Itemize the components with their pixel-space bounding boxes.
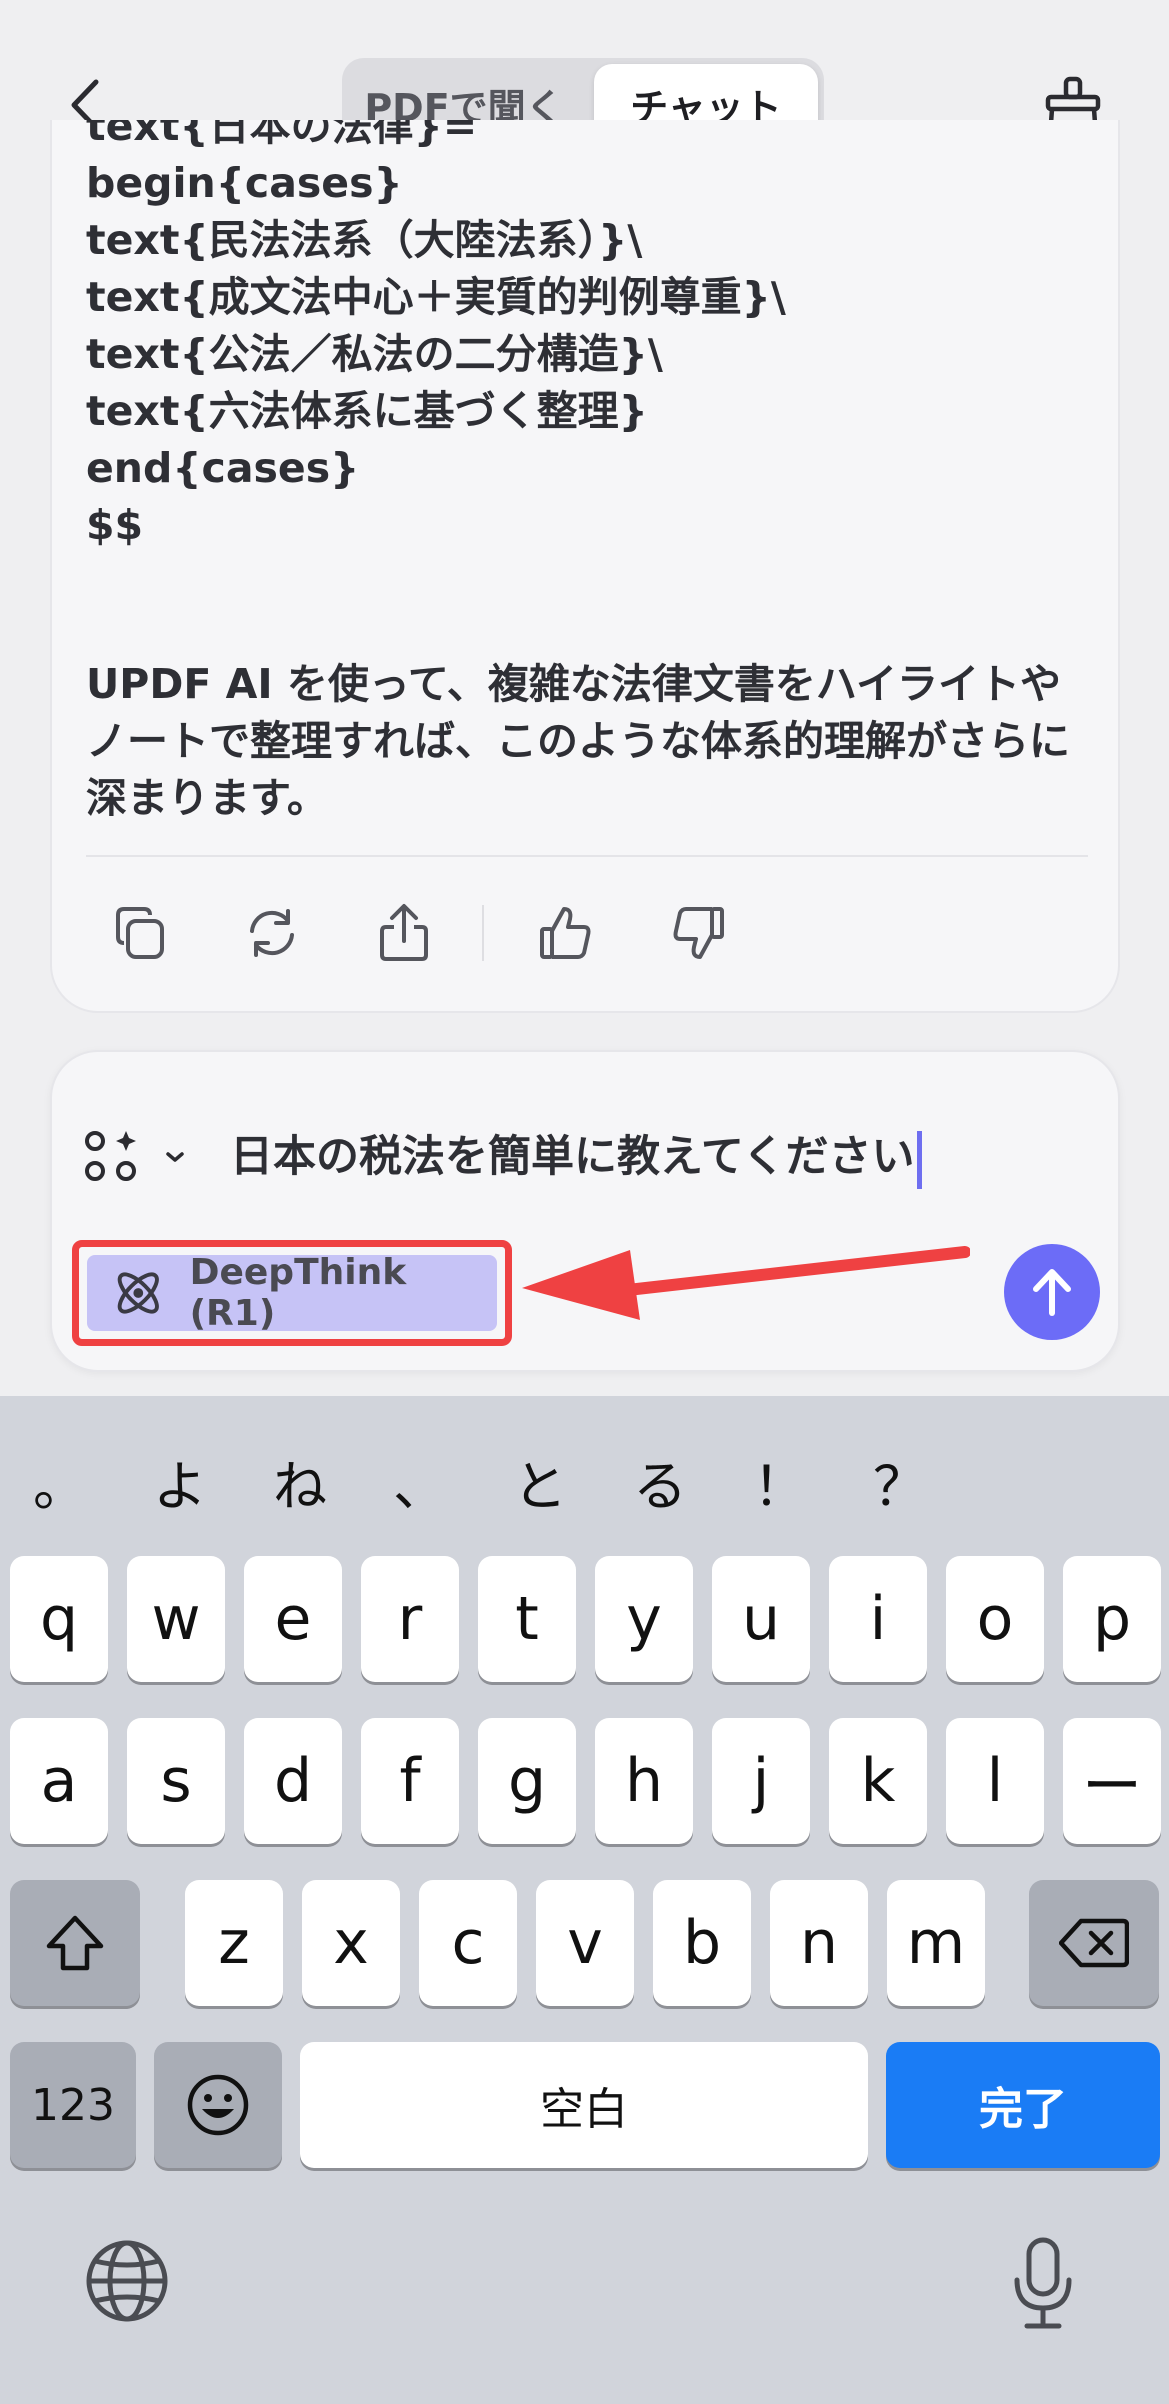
deepthink-highlight-box: DeepThink (R1) [72,1240,512,1346]
share-icon [380,904,428,961]
key-n[interactable]: n [770,1880,868,2006]
message-line: end{cases} [86,444,360,492]
chat-input-value: 日本の税法を簡単に教えてください [230,1132,915,1182]
message-divider [86,855,1088,857]
atom-icon [117,1272,159,1314]
apps-sparkle-icon [85,1131,136,1181]
message-line: begin{cases} [86,159,403,207]
regenerate-button[interactable] [234,895,310,971]
key-z[interactable]: z [185,1880,283,2006]
assistant-message-card: text{日本の法律}= begin{cases} text{民法法系（大陸法系… [50,120,1120,1013]
key-w[interactable]: w [127,1556,225,1682]
copy-icon [116,907,164,959]
key-long-vowel[interactable]: ー [1063,1718,1161,1844]
backspace-key[interactable] [1029,1880,1159,2006]
candidate-word[interactable]: 、 [380,1442,460,1521]
emoji-icon [187,2074,249,2136]
candidate-word[interactable]: ね [260,1442,340,1521]
key-y[interactable]: y [595,1556,693,1682]
regenerate-icon [250,909,294,957]
send-button[interactable] [1004,1244,1100,1340]
key-o[interactable]: o [946,1556,1044,1682]
copy-button[interactable] [102,895,178,971]
key-e[interactable]: e [244,1556,342,1682]
space-key[interactable]: 空白 [300,2042,868,2168]
dictation-button[interactable] [1000,2234,1086,2334]
globe-icon [86,2240,168,2322]
candidate-word[interactable]: よ [140,1442,220,1521]
model-picker-button[interactable] [82,1117,192,1197]
like-button[interactable] [528,895,604,971]
chevron-down-icon [166,1152,184,1162]
key-l[interactable]: l [946,1718,1044,1844]
backspace-icon [1059,1918,1129,1968]
globe-button[interactable] [82,2236,172,2326]
shift-key[interactable] [10,1880,140,2006]
key-q[interactable]: q [10,1556,108,1682]
key-f[interactable]: f [361,1718,459,1844]
chat-input-field[interactable]: 日本の税法を簡単に教えてください [230,1127,922,1189]
key-a[interactable]: a [10,1718,108,1844]
key-g[interactable]: g [478,1718,576,1844]
candidate-word[interactable]: ？ [860,1442,940,1521]
microphone-icon [1014,2237,1072,2329]
key-v[interactable]: v [536,1880,634,2006]
message-line: text{六法体系に基づく整理} [86,387,648,435]
key-k[interactable]: k [829,1718,927,1844]
arrow-up-icon [1033,1269,1071,1316]
key-c[interactable]: c [419,1880,517,2006]
message-line: text{日本の法律}= [86,120,478,150]
message-paragraph: UPDF AI を使って、複雑な法律文書をハイライトやノートで整理すれば、このよ… [86,660,1070,822]
key-b[interactable]: b [653,1880,751,2006]
message-line: $$ [86,501,144,549]
numbers-key[interactable]: 123 [10,2042,136,2168]
thumbs-up-icon [540,907,591,959]
candidate-word[interactable]: ！ [740,1442,820,1521]
key-r[interactable]: r [361,1556,459,1682]
message-formula: text{日本の法律}= begin{cases} text{民法法系（大陸法系… [86,120,1096,554]
message-line: text{成文法中心＋実質的判例尊重}\ [86,273,786,321]
key-x[interactable]: x [302,1880,400,2006]
thumbs-down-icon [673,907,724,959]
key-i[interactable]: i [829,1556,927,1682]
message-line: text{公法／私法の二分構造}\ [86,330,663,378]
message-line: text{民法法系（大陸法系）}\ [86,216,643,264]
key-p[interactable]: p [1063,1556,1161,1682]
chat-input-card: 日本の税法を簡単に教えてください DeepThink (R1) [50,1050,1120,1372]
key-j[interactable]: j [712,1718,810,1844]
share-button[interactable] [366,895,442,971]
done-key[interactable]: 完了 [886,2042,1160,2168]
candidate-word[interactable]: る [620,1442,700,1521]
deepthink-toggle[interactable]: DeepThink (R1) [87,1252,497,1334]
emoji-key[interactable] [154,2042,282,2168]
candidate-word[interactable]: 。 [20,1442,100,1521]
key-m[interactable]: m [887,1880,985,2006]
dislike-button[interactable] [660,895,736,971]
deepthink-label: DeepThink (R1) [189,1252,407,1334]
candidate-word[interactable]: と [500,1442,580,1521]
key-t[interactable]: t [478,1556,576,1682]
key-h[interactable]: h [595,1718,693,1844]
shift-icon [46,1915,104,1971]
key-u[interactable]: u [712,1556,810,1682]
key-s[interactable]: s [127,1718,225,1844]
annotation-arrow [522,1246,970,1320]
key-d[interactable]: d [244,1718,342,1844]
actions-separator [482,905,484,961]
keyboard: 。 よ ね 、 と る ！ ？ q w e r t y u i o p a s … [0,1396,1169,2404]
text-caret [916,1130,922,1189]
